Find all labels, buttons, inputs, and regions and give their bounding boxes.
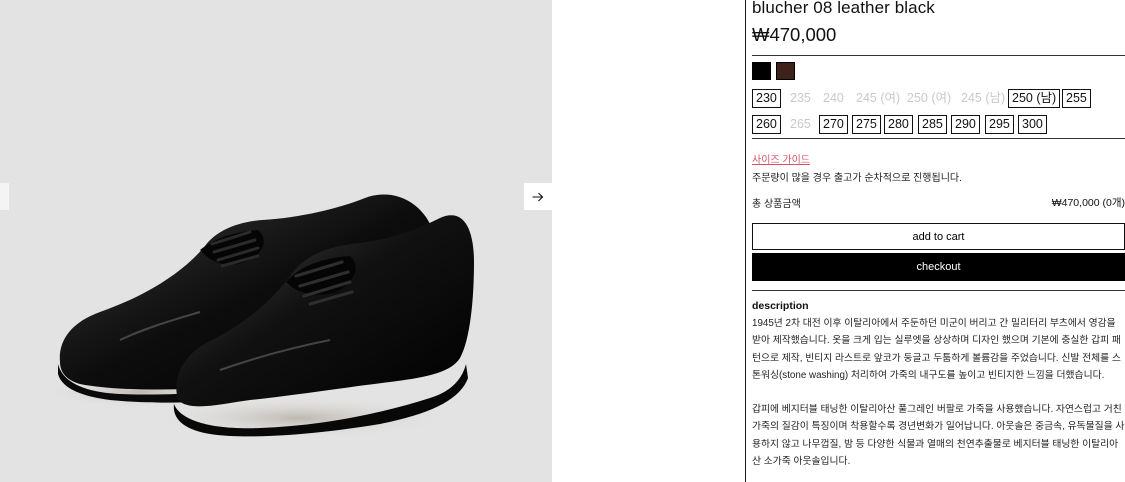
product-info-panel: blucher 08 leather black ₩470,000 230 235… [752, 0, 1125, 482]
divider [752, 290, 1125, 291]
panel-divider [745, 0, 746, 482]
add-to-cart-button[interactable]: add to cart [752, 223, 1125, 250]
divider [752, 138, 1125, 139]
color-swatch-black[interactable] [752, 62, 771, 80]
checkout-button[interactable]: checkout [752, 253, 1125, 281]
description-heading: description [752, 300, 809, 312]
description-paragraph: 1945년 2차 대전 이후 이탈리아에서 주둔하던 미군이 버리고 간 밀리터… [752, 318, 1121, 381]
total-label: 총 상품금액 [752, 199, 801, 210]
arrow-right-icon [532, 192, 544, 201]
product-price: ₩470,000 [752, 24, 837, 45]
shipping-notice: 주문량이 많을 경우 출고가 순차적으로 진행됩니다. [752, 173, 962, 184]
product-title: blucher 08 leather black [752, 0, 935, 17]
size-option: 245 (여) [856, 91, 901, 105]
color-swatch-brown[interactable] [776, 62, 795, 80]
size-option: 245 (남) [961, 91, 1006, 105]
size-guide-link[interactable]: 사이즈 가이드 [752, 151, 810, 166]
size-option: 240 [823, 91, 844, 105]
size-option[interactable]: 255 [1062, 89, 1091, 108]
previous-image-tab[interactable] [0, 183, 9, 210]
size-option: 250 (여) [907, 91, 952, 105]
divider [752, 55, 1125, 56]
size-option[interactable]: 250 (남) [1008, 89, 1061, 108]
size-option[interactable]: 270 [819, 115, 848, 134]
description-paragraph: 갑피에 베지터블 태닝한 이탈리아산 풀그레인 버팔로 가죽을 사용했습니다. … [752, 404, 1125, 468]
size-option: 235 [790, 91, 811, 105]
size-option[interactable]: 230 [752, 89, 781, 108]
size-option[interactable]: 295 [985, 115, 1014, 134]
size-option: 265 [790, 117, 811, 131]
total-value: ₩470,000 (0개) [1051, 197, 1125, 209]
size-option[interactable]: 260 [752, 115, 781, 134]
size-option[interactable]: 285 [918, 115, 947, 134]
description-text: 1945년 2차 대전 이후 이탈리아에서 주둔하던 미군이 버리고 간 밀리터… [752, 315, 1125, 470]
size-option[interactable]: 300 [1018, 115, 1047, 134]
size-option[interactable]: 280 [884, 115, 913, 134]
product-image-gallery [0, 0, 552, 482]
size-option[interactable]: 275 [852, 115, 881, 134]
product-image [45, 194, 474, 440]
size-option[interactable]: 290 [951, 115, 980, 134]
next-image-button[interactable] [524, 183, 552, 210]
